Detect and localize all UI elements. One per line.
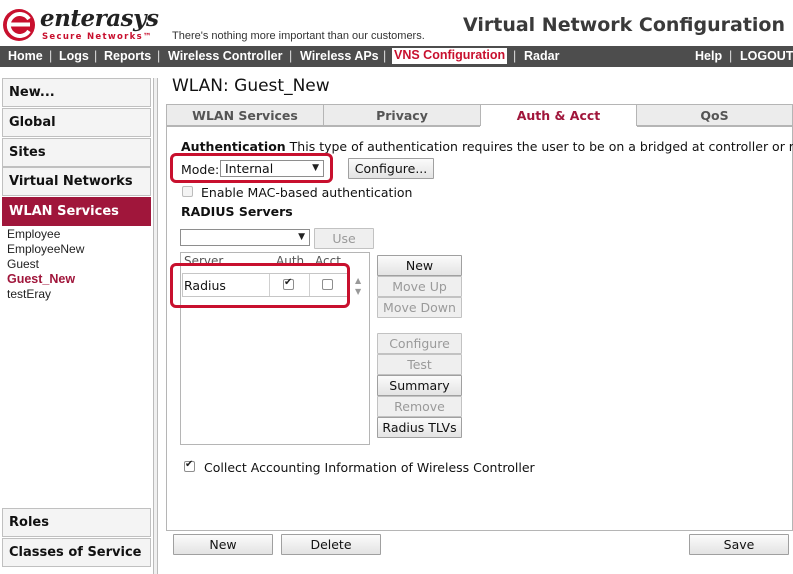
nav-logout[interactable]: LOGOUT [740,46,793,67]
nav-logs[interactable]: Logs [59,46,89,67]
sidebar-item-wlan-services[interactable]: WLAN Services [2,197,151,226]
authentication-description: This type of authentication requires the… [289,139,793,154]
page-heading: Virtual Network Configuration [462,14,785,36]
tab-privacy[interactable]: Privacy [323,104,481,126]
nav-separator: | [49,49,53,63]
nav-wireless-controller[interactable]: Wireless Controller [168,46,283,67]
dropdown-arrow-icon: ▼ [298,232,305,242]
summary-button[interactable]: Summary [377,375,462,396]
wlan-link-guest[interactable]: Guest [7,257,84,272]
sidebar-item-roles[interactable]: Roles [2,508,151,537]
wlan-service-list: Employee EmployeeNew Guest Guest_New tes… [7,227,84,302]
mac-auth-label: Enable MAC-based authentication [201,185,413,200]
wlan-link-guest-new[interactable]: Guest_New [7,272,84,287]
sidebar-item-new[interactable]: New... [2,78,151,107]
nav-separator: | [513,49,517,63]
sidebar-item-classes-of-service[interactable]: Classes of Service [2,538,151,567]
remove-button[interactable]: Remove [377,396,462,417]
move-up-button[interactable]: Move Up [377,276,462,297]
page-title: WLAN: Guest_New [172,76,330,96]
sidebar-item-global[interactable]: Global [2,108,151,137]
radius-tlvs-button[interactable]: Radius TLVs [377,417,462,438]
header: enterasys Secure Networks™ There's nothi… [0,0,793,44]
mac-auth-checkbox[interactable] [182,186,193,197]
tab-qos[interactable]: QoS [636,104,793,126]
highlight-annotation [170,153,333,183]
delete-button[interactable]: Delete [281,534,381,555]
sidebar-item-virtual-networks[interactable]: Virtual Networks [2,167,151,196]
save-button[interactable]: Save [689,534,789,555]
authentication-heading-row: Authentication This type of authenticati… [181,139,793,154]
nav-wireless-aps[interactable]: Wireless APs [300,46,379,67]
nav-separator: | [157,49,161,63]
sidebar-item-sites[interactable]: Sites [2,138,151,167]
brand-name: enterasys [40,5,159,32]
scroll-up-arrow-icon[interactable]: ▲ [355,276,361,285]
new-server-button[interactable]: New [377,255,462,276]
collect-accounting-checkbox[interactable] [184,459,195,472]
wlan-link-testeray[interactable]: testEray [7,287,84,302]
wlan-link-employeenew[interactable]: EmployeeNew [7,242,84,257]
highlight-annotation [170,263,350,308]
wlan-link-employee[interactable]: Employee [7,227,84,242]
nav-vns-configuration[interactable]: VNS Configuration [392,48,508,64]
enterasys-logo-icon [3,9,35,41]
nav-help[interactable]: Help [695,46,722,67]
new-wlan-button[interactable]: New [173,534,273,555]
radius-servers-heading: RADIUS Servers [181,204,293,219]
nav-separator: | [729,49,733,63]
radius-server-select[interactable]: ▼ [180,229,310,246]
brand-subtitle: Secure Networks™ [42,32,153,42]
sidebar: New... Global Sites Virtual Networks WLA… [0,78,152,574]
nav-separator: | [289,49,293,63]
authentication-heading: Authentication [181,139,286,154]
configure-server-button[interactable]: Configure [377,333,462,354]
collect-accounting-label: Collect Accounting Information of Wirele… [204,460,535,475]
nav-reports[interactable]: Reports [104,46,151,67]
tab-auth-acct[interactable]: Auth & Acct [480,104,637,127]
nav-separator: | [94,49,98,63]
test-button[interactable]: Test [377,354,462,375]
configure-auth-button[interactable]: Configure... [348,158,434,179]
scroll-down-arrow-icon[interactable]: ▼ [355,287,361,296]
top-nav: Home | Logs | Reports | Wireless Control… [0,46,793,67]
use-button[interactable]: Use [314,228,374,249]
nav-separator: | [383,49,387,63]
tagline: There's nothing more important than our … [172,30,425,42]
sidebar-splitter[interactable] [153,78,158,574]
tab-wlan-services[interactable]: WLAN Services [166,104,324,126]
move-down-button[interactable]: Move Down [377,297,462,318]
nav-home[interactable]: Home [8,46,43,67]
panel-border [637,126,793,127]
panel-border [166,126,480,127]
nav-radar[interactable]: Radar [524,46,559,67]
